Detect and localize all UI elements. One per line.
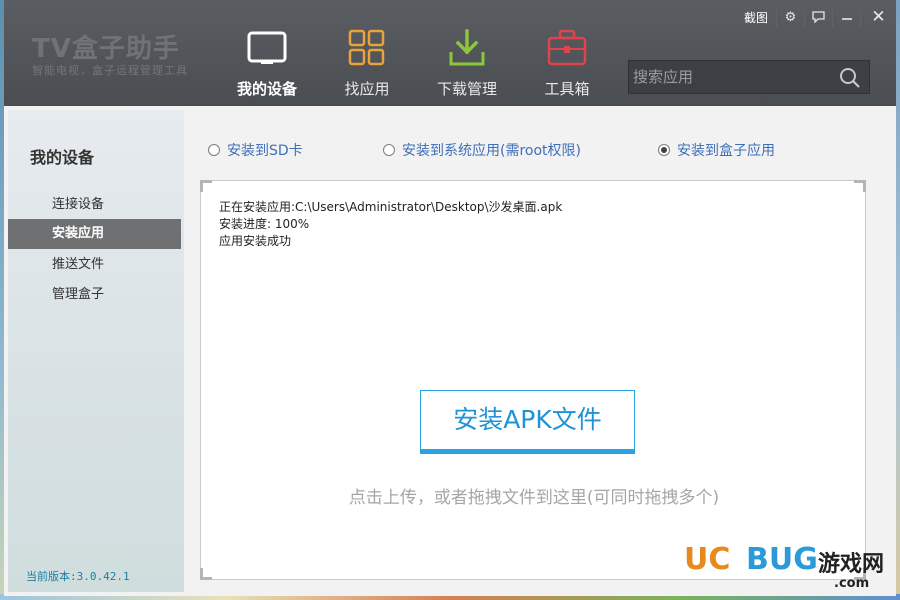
- minimize-icon[interactable]: [832, 6, 860, 28]
- nav-download-manager[interactable]: 下载管理: [424, 28, 510, 102]
- option-label: 安装到系统应用(需root权限): [402, 143, 581, 159]
- window-controls: 截图 ⚙ ✕: [744, 4, 896, 30]
- screenshot-button[interactable]: 截图: [744, 9, 768, 26]
- settings-gear-icon[interactable]: ⚙: [776, 6, 804, 28]
- corner-mark: [200, 180, 212, 192]
- option-label: 安装到盒子应用: [677, 143, 775, 159]
- radio-button-checked[interactable]: [658, 144, 670, 156]
- install-drop-zone[interactable]: 正在安装应用:C:\Users\Administrator\Desktop\沙发…: [200, 180, 866, 580]
- sidebar-title: 我的设备: [30, 148, 95, 167]
- radio-button[interactable]: [208, 144, 220, 156]
- log-line-success: 应用安装成功: [219, 234, 292, 248]
- nav-label: 工具箱: [544, 80, 590, 98]
- app-header: TV盒子助手 智能电视，盒子远程管理工具 我的设备 找应用 下载管理 工具箱 截…: [4, 0, 896, 106]
- option-label: 安装到SD卡: [227, 143, 303, 159]
- search-box: [628, 60, 870, 94]
- install-log: 正在安装应用:C:\Users\Administrator\Desktop\沙发…: [219, 199, 562, 250]
- option-sd-card[interactable]: 安装到SD卡: [208, 138, 303, 162]
- corner-mark: [854, 180, 866, 192]
- log-line-progress: 安装进度: 100%: [219, 217, 310, 231]
- download-icon: [445, 28, 489, 68]
- app-logo-title: TV盒子助手: [32, 34, 180, 64]
- sidebar-item-install-app[interactable]: 安装应用: [8, 219, 181, 249]
- version-label: 当前版本:3.0.42.1: [26, 570, 130, 583]
- app-window: TV盒子助手 智能电视，盒子远程管理工具 我的设备 找应用 下载管理 工具箱 截…: [4, 0, 896, 596]
- nav-my-devices[interactable]: 我的设备: [224, 28, 310, 102]
- sidebar: 我的设备 连接设备 安装应用 推送文件 管理盒子 当前版本:3.0.42.1: [8, 110, 184, 592]
- sidebar-item-manage-box[interactable]: 管理盒子: [8, 280, 181, 310]
- watermark-uc: UC: [684, 542, 731, 577]
- tablet-icon: [245, 28, 289, 68]
- option-box-app[interactable]: 安装到盒子应用: [658, 138, 775, 162]
- watermark-domain: .com: [834, 576, 870, 591]
- nav-label: 找应用: [344, 80, 390, 98]
- install-apk-button[interactable]: 安装APK文件: [420, 390, 635, 454]
- nav-label: 下载管理: [436, 80, 497, 98]
- sidebar-item-connect-device[interactable]: 连接设备: [8, 190, 181, 220]
- search-icon[interactable]: [839, 67, 861, 89]
- search-input[interactable]: [633, 65, 833, 89]
- drop-hint-text: 点击上传，或者拖拽文件到这里(可同时拖拽多个): [348, 488, 720, 508]
- site-watermark-logo: UC BUG 游戏网 .com: [684, 542, 898, 594]
- app-grid-icon: [345, 28, 389, 68]
- close-icon[interactable]: ✕: [860, 6, 896, 28]
- app-logo-subtitle: 智能电视，盒子远程管理工具: [32, 64, 188, 77]
- nav-label: 我的设备: [236, 80, 297, 98]
- radio-button[interactable]: [383, 144, 395, 156]
- watermark-bug: BUG: [746, 542, 818, 577]
- feedback-chat-icon[interactable]: [804, 6, 832, 28]
- corner-mark: [200, 568, 212, 580]
- watermark-cn: 游戏网: [818, 552, 885, 577]
- option-system-app[interactable]: 安装到系统应用(需root权限): [383, 138, 581, 162]
- toolbox-icon: [545, 28, 589, 68]
- nav-toolbox[interactable]: 工具箱: [524, 28, 610, 102]
- nav-find-apps[interactable]: 找应用: [324, 28, 410, 102]
- sidebar-item-push-file[interactable]: 推送文件: [8, 250, 181, 280]
- log-line-installing: 正在安装应用:C:\Users\Administrator\Desktop\沙发…: [219, 200, 563, 214]
